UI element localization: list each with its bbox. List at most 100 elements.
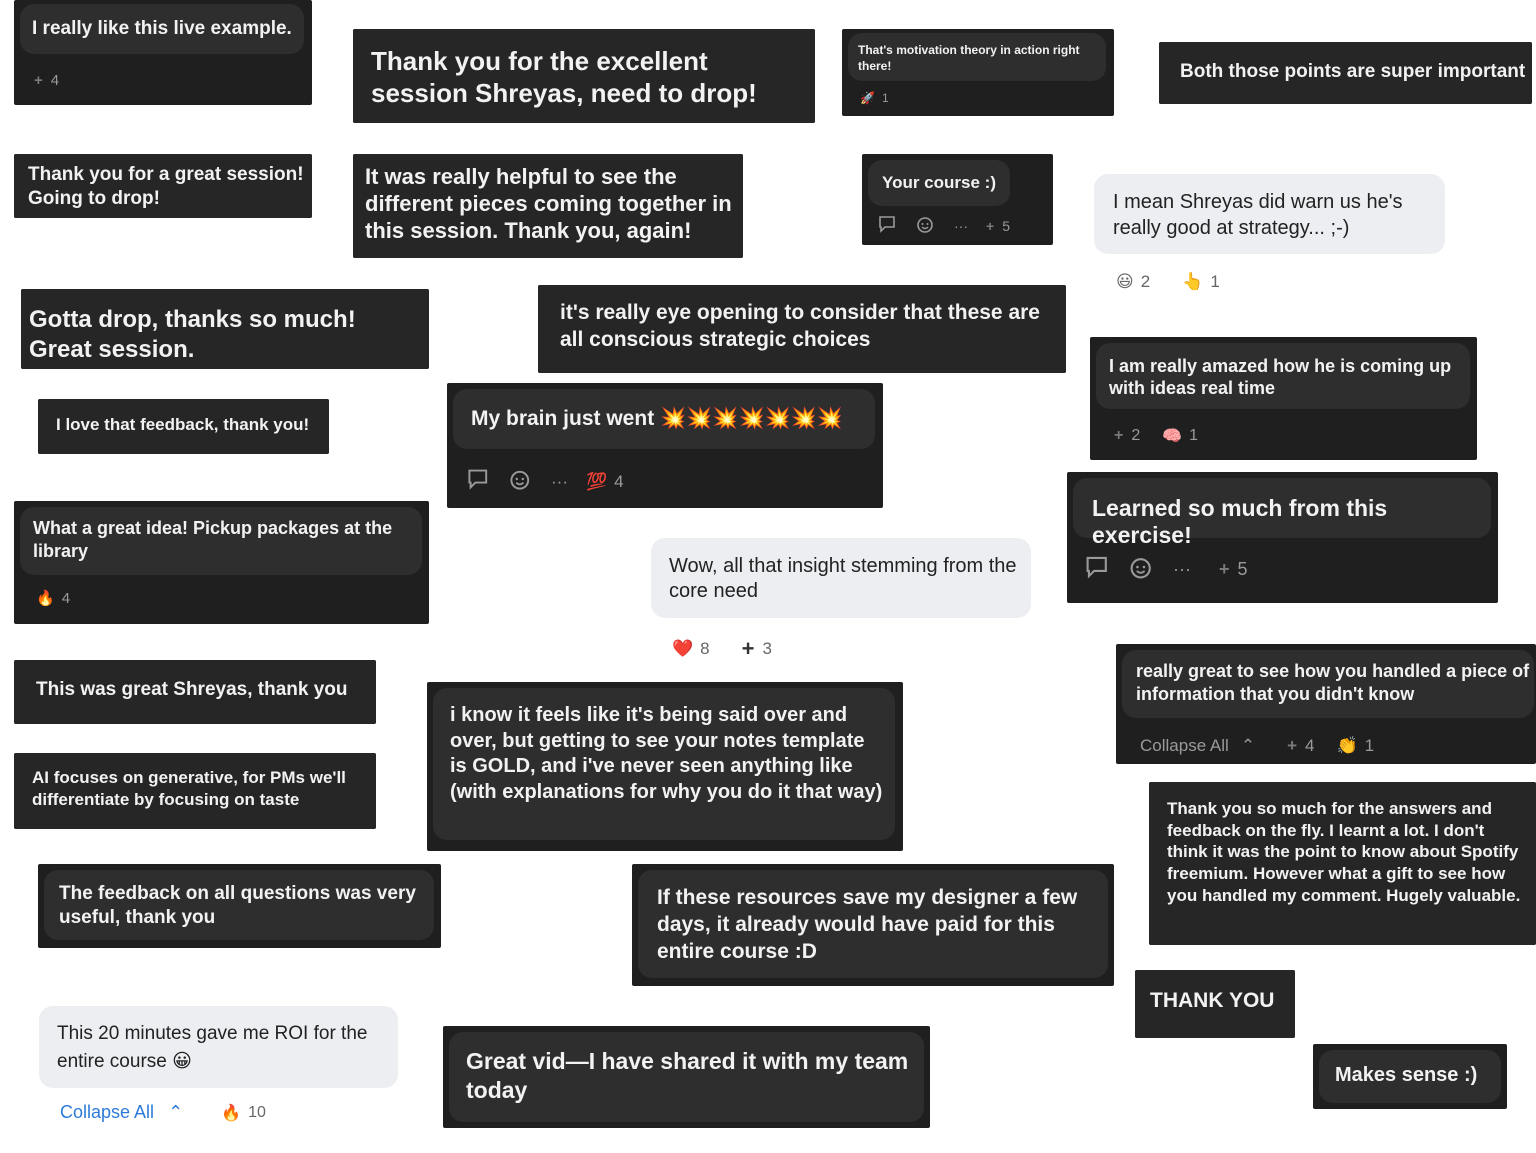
comment-card: It was really helpful to see the differe… [353,154,743,258]
reaction-bar: ··· 💯 4 [467,467,646,496]
reaction-clap[interactable]: 👏 1 [1336,736,1374,756]
reaction-fire[interactable]: 🔥 10 [221,1103,266,1123]
reaction-bar: 🚀 1 [860,91,911,105]
comment-text: I am really amazed how he is coming up w… [1096,343,1470,409]
reaction-bar: +4 [34,72,81,89]
comment-text: I love that feedback, thank you! [38,399,329,454]
add-reaction-icon[interactable] [1129,554,1155,585]
comment-card: That's motivation theory in action right… [842,29,1114,116]
comment-card: My brain just went 💥💥💥💥💥💥💥 ··· 💯 4 [447,383,883,508]
comment-card: Thank you for a great session! Going to … [14,154,312,218]
point-up-icon: 👆 [1182,272,1204,291]
comment-card: If these resources save my designer a fe… [632,864,1114,986]
comment-card: it's really eye opening to consider that… [538,285,1066,373]
comment-text: really great to see how you handled a pi… [1122,650,1534,718]
comment-card: Both those points are super important [1159,42,1532,104]
chevron-up-icon: ⌃ [168,1102,184,1122]
reaction-smile[interactable]: 😃 2 [1116,272,1150,292]
comment-text: it's really eye opening to consider that… [538,285,1066,373]
plus-icon: + [1218,559,1230,579]
comment-text: What a great idea! Pickup packages at th… [20,507,422,575]
add-reaction-icon[interactable] [509,467,533,496]
comment-text: If these resources save my designer a fe… [638,870,1108,978]
plus-icon: + [1114,427,1124,444]
reaction-bar: +2 🧠 1 [1114,426,1220,446]
comment-card: Great vid—I have shared it with my team … [443,1026,930,1128]
reaction-fire[interactable]: 🔥 4 [36,589,70,608]
comment-text: It was really helpful to see the differe… [353,154,743,258]
more-icon[interactable]: ··· [1173,559,1191,580]
comment-card: THANK YOU [1135,970,1295,1038]
plus-icon: + [986,217,995,234]
plus-icon: + [741,636,755,661]
comment-card: I really like this live example. +4 [14,0,312,105]
more-icon[interactable]: ··· [551,472,568,492]
comment-text: Gotta drop, thanks so much! Great sessio… [21,289,429,369]
plus-icon: + [34,72,43,89]
comment-text: Thank you for a great session! Going to … [14,154,312,218]
comment-card: Makes sense :) [1313,1044,1507,1109]
reaction-brain[interactable]: 🧠 1 [1162,426,1198,446]
heart-icon: ❤️ [672,639,694,658]
comment-text: My brain just went 💥💥💥💥💥💥💥 [453,389,875,449]
plus-icon: + [1287,736,1298,755]
reaction-bar: ··· +5 [878,214,1032,237]
comment-text: Makes sense :) [1319,1050,1501,1103]
comment-text: i know it feels like it's being said ove… [433,688,895,840]
reaction-rocket[interactable]: 🚀 1 [860,91,889,105]
comment-card: What a great idea! Pickup packages at th… [14,501,429,624]
comment-card: I am really amazed how he is coming up w… [1090,337,1477,460]
comment-card: AI focuses on generative, for PMs we'll … [14,753,376,829]
comment-text: The feedback on all questions was very u… [44,870,434,940]
comment-text: Thank you so much for the answers and fe… [1149,782,1536,945]
reaction-hundred[interactable]: 💯 4 [586,472,624,492]
reaction-plus[interactable]: +4 [1287,736,1314,756]
reaction-bar: ··· +5 [1085,554,1270,585]
comment-text: That's motivation theory in action right… [848,33,1106,81]
comment-card: i know it feels like it's being said ove… [427,682,903,851]
reply-icon[interactable] [467,468,491,495]
comment-text: Learned so much from this exercise! [1073,478,1491,548]
comment-card: Your course :) ··· +5 [862,154,1053,245]
reaction-plus[interactable]: +4 [34,72,59,89]
comment-text: Great vid—I have shared it with my team … [449,1032,924,1122]
reaction-plus[interactable]: +3 [742,636,772,662]
comment-card: The feedback on all questions was very u… [38,864,441,948]
reaction-plus[interactable]: +5 [1219,559,1248,580]
add-reaction-icon[interactable] [916,214,936,237]
comment-text: Both those points are super important [1159,42,1532,104]
comment-text: I really like this live example. [20,4,304,54]
comment-card: Thank you for the excellent session Shre… [353,29,815,123]
reaction-point-up[interactable]: 👆 1 [1182,272,1220,292]
fire-icon: 🔥 [221,1104,242,1122]
comment-text: THANK YOU [1135,970,1295,1038]
smile-icon: 😃 [1116,272,1134,291]
comment-text: Thank you for the excellent session Shre… [353,29,815,123]
fire-icon: 🔥 [36,590,55,607]
collapse-all-button[interactable]: Collapse All ⌃ [1140,736,1255,756]
brain-icon: 🧠 [1162,428,1183,445]
reaction-heart[interactable]: ❤️ 8 [672,639,710,659]
clap-icon: 👏 [1336,736,1358,755]
reaction-plus[interactable]: +5 [986,218,1010,234]
comment-card: Thank you so much for the answers and fe… [1149,782,1536,945]
comment-card: This was great Shreyas, thank you [14,660,376,724]
rocket-icon: 🚀 [860,91,875,105]
comment-text: I mean Shreyas did warn us he's really g… [1094,174,1445,254]
reply-icon[interactable] [878,215,898,236]
comment-card: Gotta drop, thanks so much! Great sessio… [21,289,429,369]
reaction-plus[interactable]: +2 [1114,427,1140,445]
comment-text: This 20 minutes gave me ROI for the enti… [39,1006,398,1088]
reaction-bar: Collapse All ⌃ +4 👏 1 [1140,736,1396,756]
collapse-all-button[interactable]: Collapse All ⌃ [60,1102,183,1123]
reaction-bar: ❤️ 8 +3 [672,636,794,662]
more-icon[interactable]: ··· [954,218,968,234]
reaction-bar: 🔥 4 [36,589,92,608]
reply-icon[interactable] [1085,555,1111,584]
hundred-icon: 💯 [585,471,608,491]
comment-card: Learned so much from this exercise! ··· … [1067,472,1498,603]
comment-text: This was great Shreyas, thank you [14,660,376,724]
comment-text: AI focuses on generative, for PMs we'll … [14,753,376,829]
chevron-up-icon: ⌃ [1240,736,1256,755]
comment-text: Wow, all that insight stemming from the … [651,538,1031,618]
